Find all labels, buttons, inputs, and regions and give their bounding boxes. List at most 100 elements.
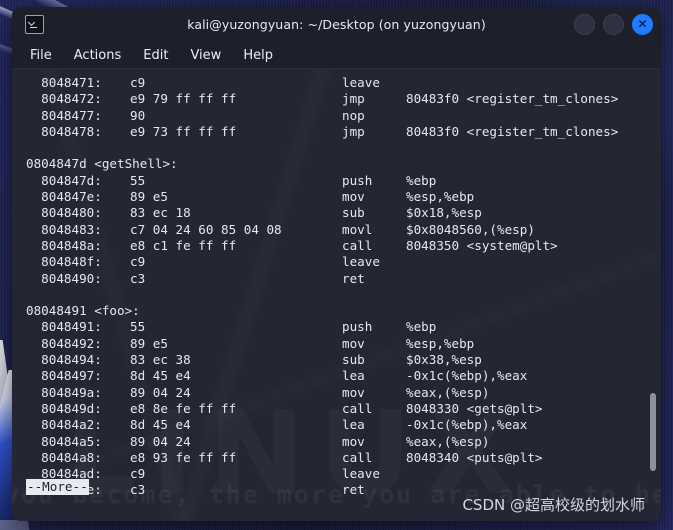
disassembly-line: 8048472: e9 79 ff ff ff jmp 80483f0 <regist… (26, 91, 661, 107)
maximize-button[interactable] (603, 14, 624, 35)
disassembly-line: 8048471: c9 leave (26, 75, 661, 91)
disassembly-line: 804849d: e8 8e fe ff ff call 8048330 <gets@… (26, 401, 661, 417)
instruction-operands: %eax,(%esp) (406, 433, 490, 449)
instruction-bytes: 8d 45 e4 (130, 417, 191, 433)
instruction-bytes: 89 e5 (130, 189, 168, 205)
disassembly-output: 8048471: c9 leave 8048472: e9 79 ff ff ff jm… (12, 69, 661, 499)
instruction-bytes: 89 e5 (130, 335, 168, 351)
instruction-mnemonic: movl (342, 221, 373, 237)
instruction-bytes: c3 (130, 482, 146, 498)
close-button[interactable]: ✕ (632, 14, 653, 35)
instruction-bytes: 89 04 24 (130, 433, 191, 449)
instruction-mnemonic: call (342, 400, 373, 416)
instruction-bytes: e8 8e fe ff ff (130, 400, 237, 416)
instruction-address: 8048478: (26, 123, 102, 139)
instruction-bytes: 83 ec 38 (130, 352, 191, 368)
instruction-address: 80484a5: (26, 433, 102, 449)
instruction-mnemonic: lea (342, 417, 365, 433)
instruction-address: 8048494: (26, 352, 102, 368)
instruction-bytes: e9 79 ff ff ff (130, 91, 237, 107)
instruction-operands: %ebp (406, 172, 437, 188)
menu-item-file[interactable]: File (30, 48, 52, 63)
instruction-bytes: 83 ec 18 (130, 205, 191, 221)
disassembly-line: 8048477: 90 nop (26, 108, 661, 124)
instruction-operands: 8048340 <puts@plt> (406, 449, 543, 465)
instruction-mnemonic: call (342, 237, 373, 253)
instruction-operands: 80483f0 <register_tm_clones> (406, 123, 619, 139)
instruction-address: 80484a2: (26, 417, 102, 433)
disassembly-line: 80484a8: e8 93 fe ff ff call 8048340 <puts@… (26, 450, 661, 466)
instruction-operands: $0x38,%esp (406, 352, 482, 368)
instruction-address: 804848a: (26, 237, 102, 253)
disassembly-line: 8048491: 55 push %ebp (26, 319, 661, 335)
instruction-mnemonic: mov (342, 335, 365, 351)
instruction-mnemonic: leave (342, 75, 380, 90)
disassembly-line: 80484ad: c9 leave (26, 466, 661, 482)
disassembly-line: 8048494: 83 ec 38 sub $0x38,%esp (26, 352, 661, 368)
menu-item-view[interactable]: View (190, 48, 221, 63)
function-header-line: 0804847d <getShell>: (26, 156, 178, 172)
instruction-bytes: 55 (130, 319, 146, 335)
window-titlebar[interactable]: kali@yuzongyuan: ~/Desktop (on yuzongyua… (12, 7, 661, 42)
disassembly-line: 804848f: c9 leave (26, 254, 661, 270)
instruction-bytes: 8d 45 e4 (130, 368, 191, 384)
instruction-mnemonic: jmp (342, 123, 365, 139)
instruction-bytes: 89 04 24 (130, 384, 191, 400)
instruction-mnemonic: mov (342, 433, 365, 449)
instruction-mnemonic: leave (342, 254, 380, 270)
instruction-address: 8048480: (26, 205, 102, 221)
instruction-operands: -0x1c(%ebp),%eax (406, 417, 528, 433)
instruction-operands: 8048330 <gets@plt> (406, 400, 543, 416)
instruction-bytes: e8 c1 fe ff ff (130, 237, 237, 253)
instruction-operands: $0x18,%esp (406, 205, 482, 221)
instruction-bytes: c9 (130, 75, 146, 90)
terminal-icon (25, 15, 44, 34)
instruction-mnemonic: sub (342, 352, 365, 368)
disassembly-line: 804849a: 89 04 24 mov %eax,(%esp) (26, 385, 661, 401)
instruction-address: 8048497: (26, 368, 102, 384)
terminal-content-area[interactable]: LINUX you become, the more you are able … (12, 69, 661, 521)
close-icon: ✕ (637, 17, 648, 31)
instruction-operands: %ebp (406, 319, 437, 335)
instruction-operands: -0x1c(%ebp),%eax (406, 368, 528, 384)
disassembly-line: 804848a: e8 c1 fe ff ff call 8048350 <syste… (26, 238, 661, 254)
disassembly-line: 804847d: 55 push %ebp (26, 173, 661, 189)
instruction-mnemonic: ret (342, 270, 365, 286)
instruction-bytes: e8 93 fe ff ff (130, 449, 237, 465)
menu-item-help[interactable]: Help (243, 48, 273, 63)
instruction-bytes: 55 (130, 172, 146, 188)
disassembly-line: 8048497: 8d 45 e4 lea -0x1c(%ebp),%eax (26, 368, 661, 384)
instruction-mnemonic: lea (342, 368, 365, 384)
instruction-operands: %eax,(%esp) (406, 384, 490, 400)
disassembly-line: 80484a5: 89 04 24 mov %eax,(%esp) (26, 434, 661, 450)
vertical-scrollbar[interactable] (648, 69, 657, 521)
instruction-bytes: c9 (130, 254, 146, 270)
instruction-address: 8048472: (26, 91, 102, 107)
terminal-window: kali@yuzongyuan: ~/Desktop (on yuzongyua… (12, 7, 661, 521)
instruction-address: 8048491: (26, 319, 102, 335)
instruction-mnemonic: push (342, 172, 373, 188)
disassembly-line: 8048490: c3 ret (26, 271, 661, 287)
instruction-bytes: c3 (130, 270, 146, 286)
more-prompt[interactable]: --More-- (26, 478, 89, 495)
instruction-mnemonic: call (342, 449, 373, 465)
instruction-mnemonic: mov (342, 384, 365, 400)
instruction-address: 80484a8: (26, 449, 102, 465)
instruction-address: 804847e: (26, 189, 102, 205)
instruction-mnemonic: sub (342, 205, 365, 221)
disassembly-line: 8048483: c7 04 24 60 85 04 08 movl $0x80485… (26, 222, 661, 238)
instruction-address: 804847d: (26, 172, 102, 188)
instruction-mnemonic: leave (342, 466, 380, 482)
instruction-address: 8048483: (26, 221, 102, 237)
minimize-button[interactable] (574, 14, 595, 35)
instruction-operands: 8048350 <system@plt> (406, 237, 558, 253)
menu-item-edit[interactable]: Edit (143, 48, 168, 63)
disassembly-line: 804847e: 89 e5 mov %esp,%ebp (26, 189, 661, 205)
scrollbar-thumb[interactable] (650, 393, 656, 471)
instruction-mnemonic: jmp (342, 91, 365, 107)
instruction-address: 8048492: (26, 335, 102, 351)
instruction-address: 804849a: (26, 384, 102, 400)
menu-item-actions[interactable]: Actions (74, 48, 122, 63)
instruction-address: 8048477: (26, 107, 102, 123)
disassembly-line: 80484ae:c3ret (26, 482, 661, 498)
